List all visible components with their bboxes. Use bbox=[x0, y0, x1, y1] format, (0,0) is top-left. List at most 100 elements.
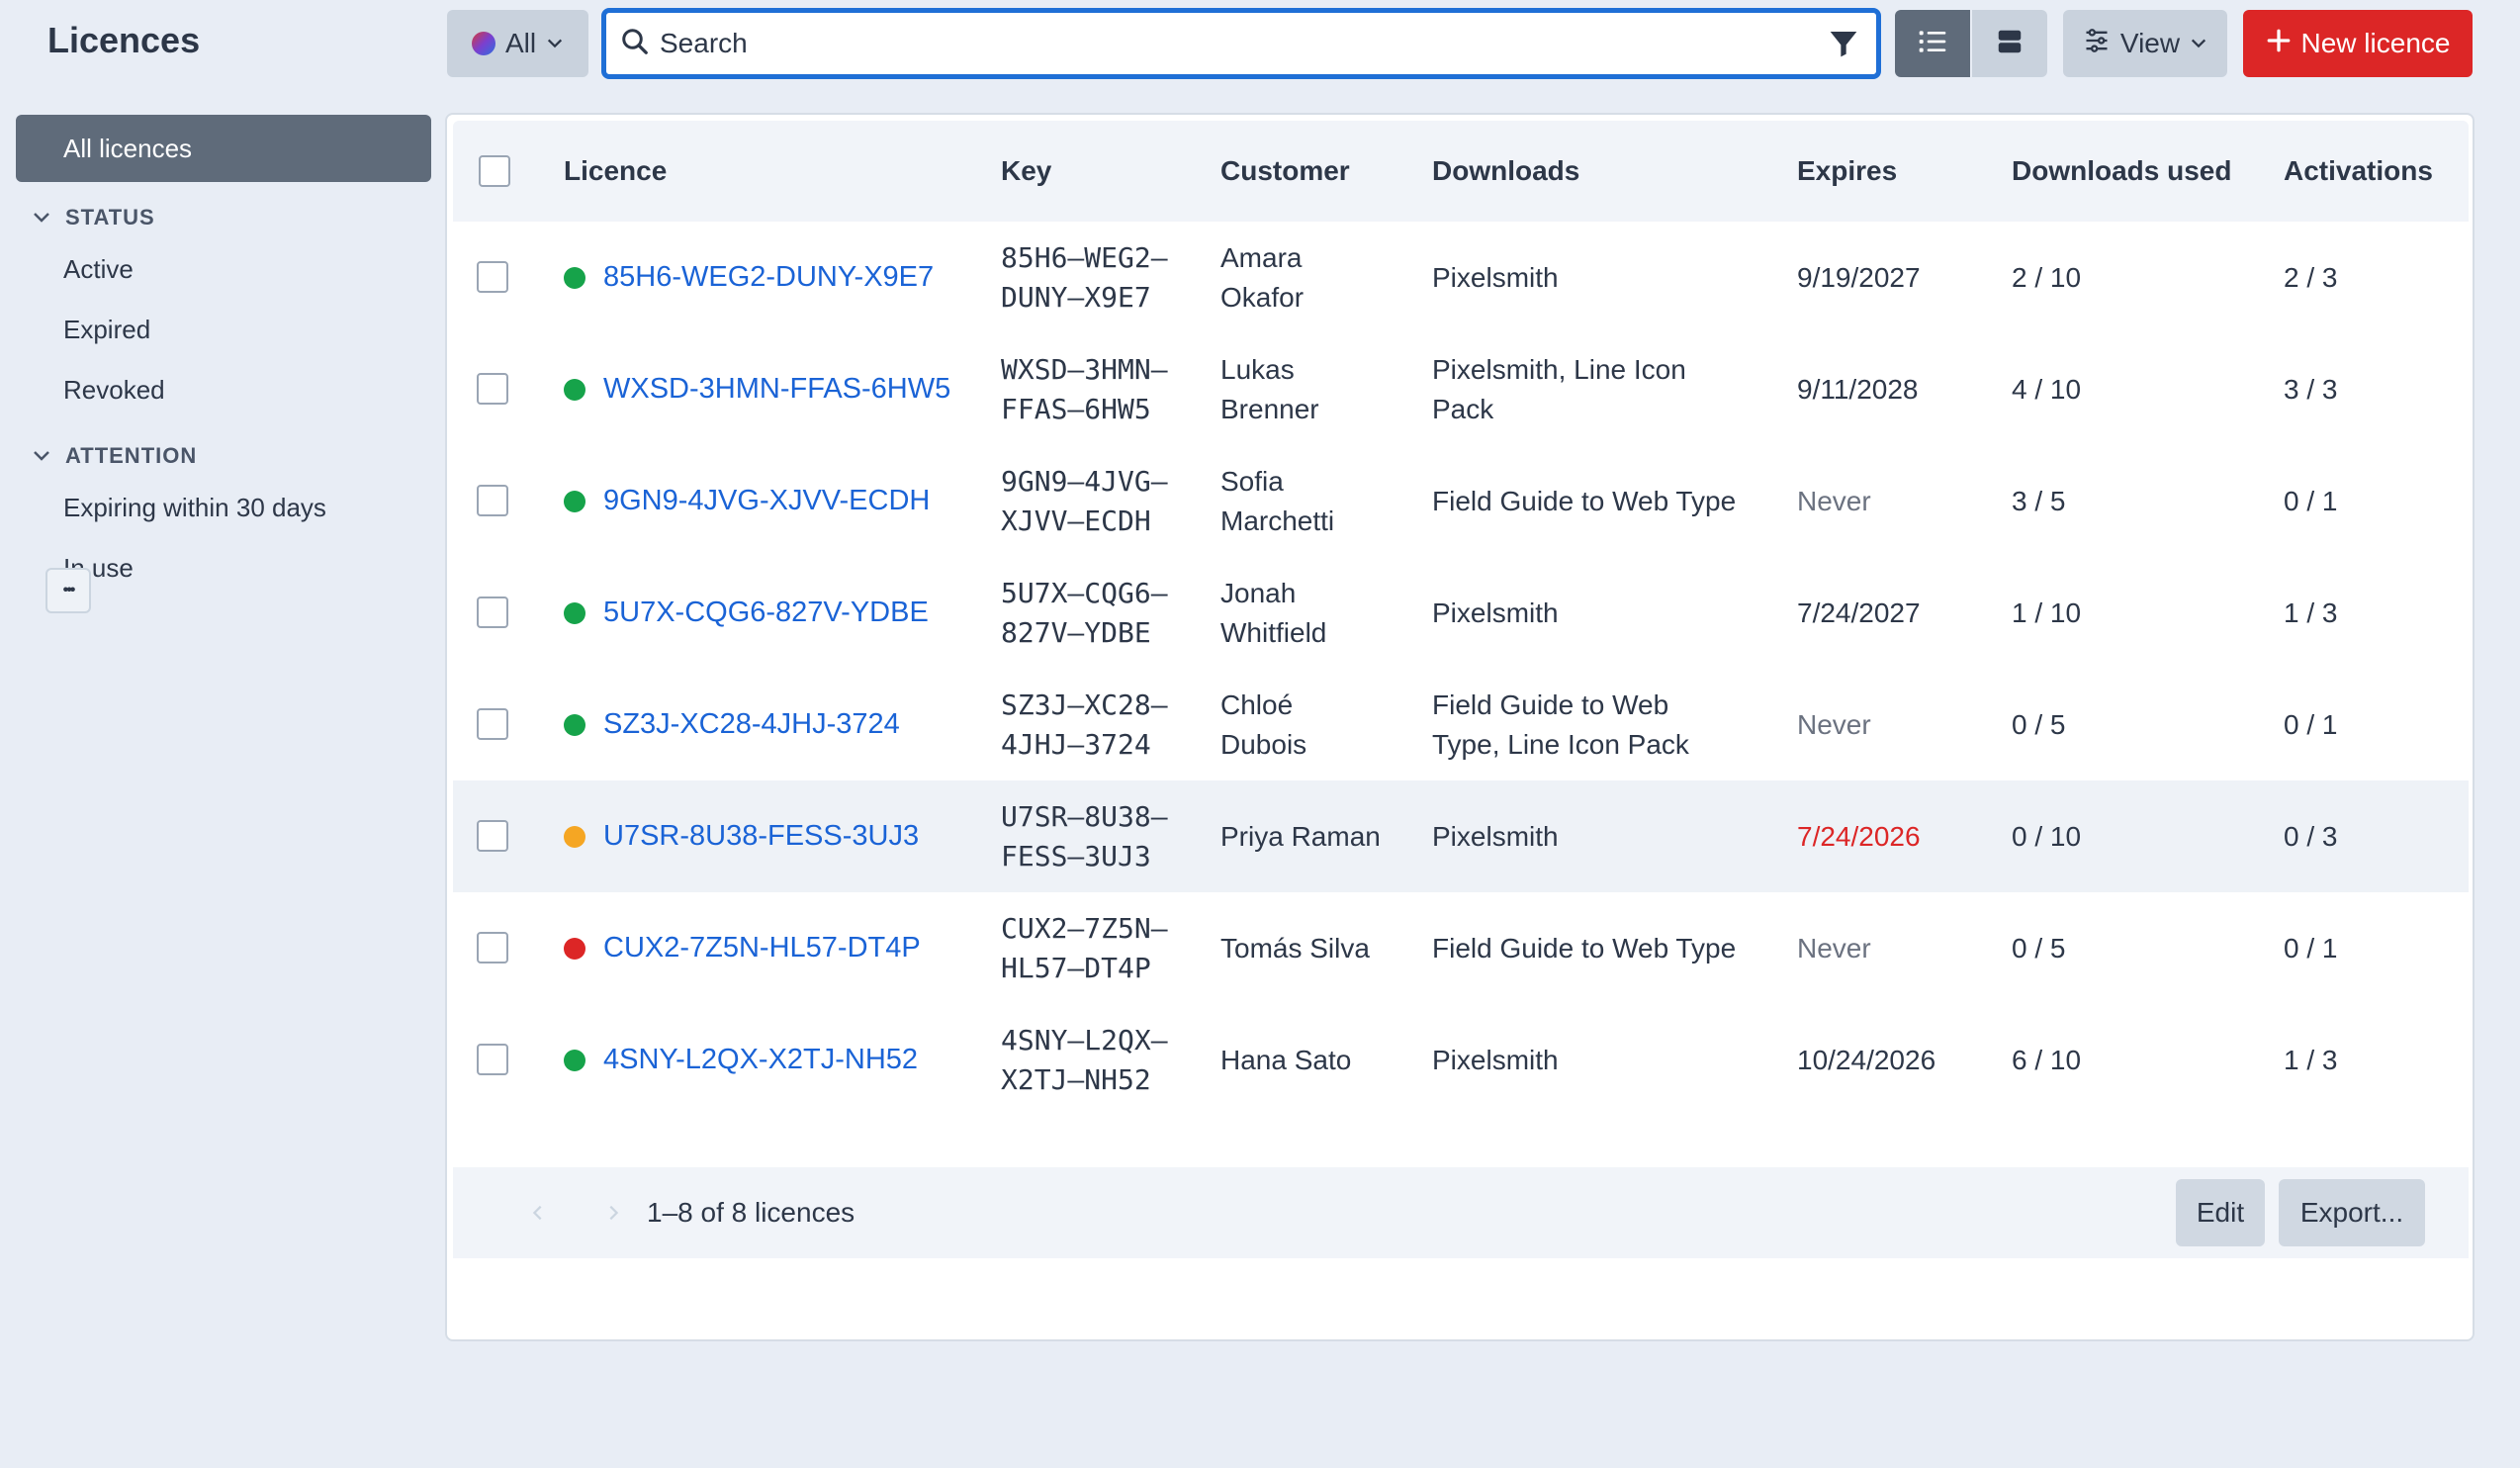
key-line: FESS–3UJ3 bbox=[1001, 839, 1151, 872]
key-cell: SZ3J–XC28– 4JHJ–3724 bbox=[1001, 669, 1168, 780]
licence-link[interactable]: CUX2-7Z5N-HL57-DT4P bbox=[603, 932, 921, 964]
table-row[interactable]: 9GN9-4JVG-XJVV-ECDH 9GN9–4JVG– XJVV–ECDH So… bbox=[453, 445, 2469, 557]
page-title: Licences bbox=[47, 20, 201, 60]
key-line: 9GN9–4JVG– bbox=[1001, 464, 1168, 498]
rows-icon bbox=[1995, 27, 2025, 61]
status-dot-icon bbox=[564, 378, 585, 401]
row-checkbox[interactable] bbox=[477, 708, 508, 740]
scope-dropdown[interactable]: All bbox=[447, 10, 588, 77]
row-checkbox[interactable] bbox=[477, 485, 508, 516]
licence-link[interactable]: 5U7X-CQG6-827V-YDBE bbox=[603, 596, 929, 629]
export-button[interactable]: Export... bbox=[2279, 1179, 2425, 1246]
licence-link[interactable]: U7SR-8U38-FESS-3UJ3 bbox=[603, 820, 919, 853]
downloads-line: Pixelsmith bbox=[1432, 596, 1559, 628]
downloads-cell: Pixelsmith bbox=[1432, 557, 1559, 669]
sidebar-section-header-attention[interactable]: ATTENTION bbox=[16, 434, 431, 478]
activations-cell: 1 / 3 bbox=[2284, 1044, 2338, 1075]
licence-link[interactable]: 9GN9-4JVG-XJVV-ECDH bbox=[603, 485, 930, 517]
downloads-line: Field Guide to Web Type bbox=[1432, 932, 1737, 963]
list-icon bbox=[1917, 26, 1948, 62]
downloads-cell: Pixelsmith bbox=[1432, 1004, 1559, 1116]
customer-line: Sofia bbox=[1220, 465, 1284, 497]
licence-link[interactable]: WXSD-3HMN-FFAS-6HW5 bbox=[603, 373, 950, 406]
table-row[interactable]: SZ3J-XC28-4JHJ-3724 SZ3J–XC28– 4JHJ–3724 Ch… bbox=[453, 669, 2469, 780]
downloads-line: Field Guide to Web Type bbox=[1432, 485, 1737, 516]
ellipsis-icon: ••• bbox=[62, 582, 76, 598]
customer-cell: Amara Okafor bbox=[1220, 222, 1304, 333]
table-row[interactable]: CUX2-7Z5N-HL57-DT4P CUX2–7Z5N– HL57–DT4P To… bbox=[453, 892, 2469, 1004]
row-checkbox[interactable] bbox=[477, 820, 508, 852]
new-licence-button[interactable]: New licence bbox=[2243, 10, 2473, 77]
key-cell: U7SR–8U38– FESS–3UJ3 bbox=[1001, 780, 1168, 892]
sidebar-section-title: ATTENTION bbox=[65, 443, 198, 468]
licence-link[interactable]: SZ3J-XC28-4JHJ-3724 bbox=[603, 708, 900, 741]
filter-icon[interactable] bbox=[1825, 25, 1862, 62]
key-line: 827V–YDBE bbox=[1001, 615, 1151, 649]
key-line: FFAS–6HW5 bbox=[1001, 392, 1151, 425]
licence-link[interactable]: 85H6-WEG2-DUNY-X9E7 bbox=[603, 261, 934, 294]
licence-cell: CUX2-7Z5N-HL57-DT4P bbox=[564, 892, 921, 1004]
table-row[interactable]: WXSD-3HMN-FFAS-6HW5 WXSD–3HMN– FFAS–6HW5 Lu… bbox=[453, 333, 2469, 445]
sidebar-item-expired[interactable]: Expired bbox=[16, 300, 431, 360]
downloads-cell: Pixelsmith bbox=[1432, 222, 1559, 333]
column-header-expires[interactable]: Expires bbox=[1797, 121, 1897, 222]
downloads-used-cell: 0 / 10 bbox=[2012, 820, 2082, 852]
downloads-line: Type, Line Icon Pack bbox=[1432, 728, 1689, 760]
expires-value: 7/24/2027 bbox=[1797, 596, 1921, 628]
activations-cell: 0 / 1 bbox=[2284, 932, 2338, 963]
row-checkbox[interactable] bbox=[477, 373, 508, 405]
sidebar: All licences STATUS Active Expired Revok… bbox=[16, 115, 431, 612]
row-checkbox[interactable] bbox=[477, 932, 508, 963]
column-header-downloads[interactable]: Downloads bbox=[1432, 121, 1579, 222]
sidebar-item-expiring-soon[interactable]: Expiring within 30 days bbox=[16, 478, 431, 538]
key-cell: 5U7X–CQG6– 827V–YDBE bbox=[1001, 557, 1168, 669]
new-licence-label: New licence bbox=[2300, 28, 2451, 58]
expires-cell: Never bbox=[1797, 892, 1871, 1004]
row-checkbox[interactable] bbox=[477, 261, 508, 293]
view-options-button[interactable]: View bbox=[2063, 10, 2227, 77]
downloads-used-cell: 3 / 5 bbox=[2012, 485, 2066, 516]
chevron-down-icon bbox=[2190, 28, 2207, 59]
sidebar-item-all-licences[interactable]: All licences bbox=[16, 115, 431, 182]
column-header-key[interactable]: Key bbox=[1001, 121, 1051, 222]
expires-value: Never bbox=[1797, 708, 1871, 740]
row-checkbox[interactable] bbox=[477, 596, 508, 628]
table-row[interactable]: 5U7X-CQG6-827V-YDBE 5U7X–CQG6– 827V–YDBE Jo… bbox=[453, 557, 2469, 669]
status-dot-icon bbox=[564, 1049, 585, 1071]
card-view-button[interactable] bbox=[1972, 10, 2047, 77]
downloads-line: Pixelsmith bbox=[1432, 1044, 1559, 1075]
table-header: Licence Key Customer Downloads Expires D… bbox=[453, 121, 2469, 222]
table-row[interactable]: U7SR-8U38-FESS-3UJ3 U7SR–8U38– FESS–3UJ3 Pr… bbox=[453, 780, 2469, 892]
edit-button[interactable]: Edit bbox=[2176, 1179, 2265, 1246]
scope-dot-icon bbox=[471, 32, 495, 55]
customer-cell: Priya Raman bbox=[1220, 780, 1381, 892]
key-line: 4JHJ–3724 bbox=[1001, 727, 1151, 761]
column-header-licence[interactable]: Licence bbox=[564, 121, 667, 222]
search-input[interactable] bbox=[660, 28, 1825, 59]
key-line: 4SNY–L2QX– bbox=[1001, 1023, 1168, 1056]
sidebar-section-header-status[interactable]: STATUS bbox=[16, 196, 431, 239]
licence-link[interactable]: 4SNY-L2QX-X2TJ-NH52 bbox=[603, 1044, 918, 1076]
expires-value: 9/19/2027 bbox=[1797, 261, 1921, 293]
expires-value: Never bbox=[1797, 932, 1871, 963]
expires-cell: 9/19/2027 bbox=[1797, 222, 1921, 333]
column-header-downloads-used[interactable]: Downloads used bbox=[2012, 121, 2231, 222]
row-checkbox[interactable] bbox=[477, 1044, 508, 1075]
customer-cell: Sofia Marchetti bbox=[1220, 445, 1334, 557]
next-page-button[interactable] bbox=[593, 1193, 633, 1233]
customer-line: Okafor bbox=[1220, 281, 1305, 313]
more-button[interactable]: ••• bbox=[45, 568, 91, 613]
previous-page-button[interactable] bbox=[518, 1193, 558, 1233]
column-header-customer[interactable]: Customer bbox=[1220, 121, 1350, 222]
customer-line: Marchetti bbox=[1220, 505, 1335, 536]
sidebar-item-active[interactable]: Active bbox=[16, 239, 431, 300]
list-view-button[interactable] bbox=[1895, 10, 1970, 77]
chevron-down-icon bbox=[28, 204, 55, 231]
column-header-activations[interactable]: Activations bbox=[2284, 121, 2433, 222]
table-row[interactable]: 85H6-WEG2-DUNY-X9E7 85H6–WEG2– DUNY–X9E7 Am… bbox=[453, 222, 2469, 333]
select-all-checkbox[interactable] bbox=[479, 155, 510, 187]
table-row[interactable]: 4SNY-L2QX-X2TJ-NH52 4SNY–L2QX– X2TJ–NH52 Ha… bbox=[453, 1004, 2469, 1116]
licence-cell: WXSD-3HMN-FFAS-6HW5 bbox=[564, 333, 950, 445]
sidebar-item-revoked[interactable]: Revoked bbox=[16, 360, 431, 420]
expires-cell: 7/24/2027 bbox=[1797, 557, 1921, 669]
